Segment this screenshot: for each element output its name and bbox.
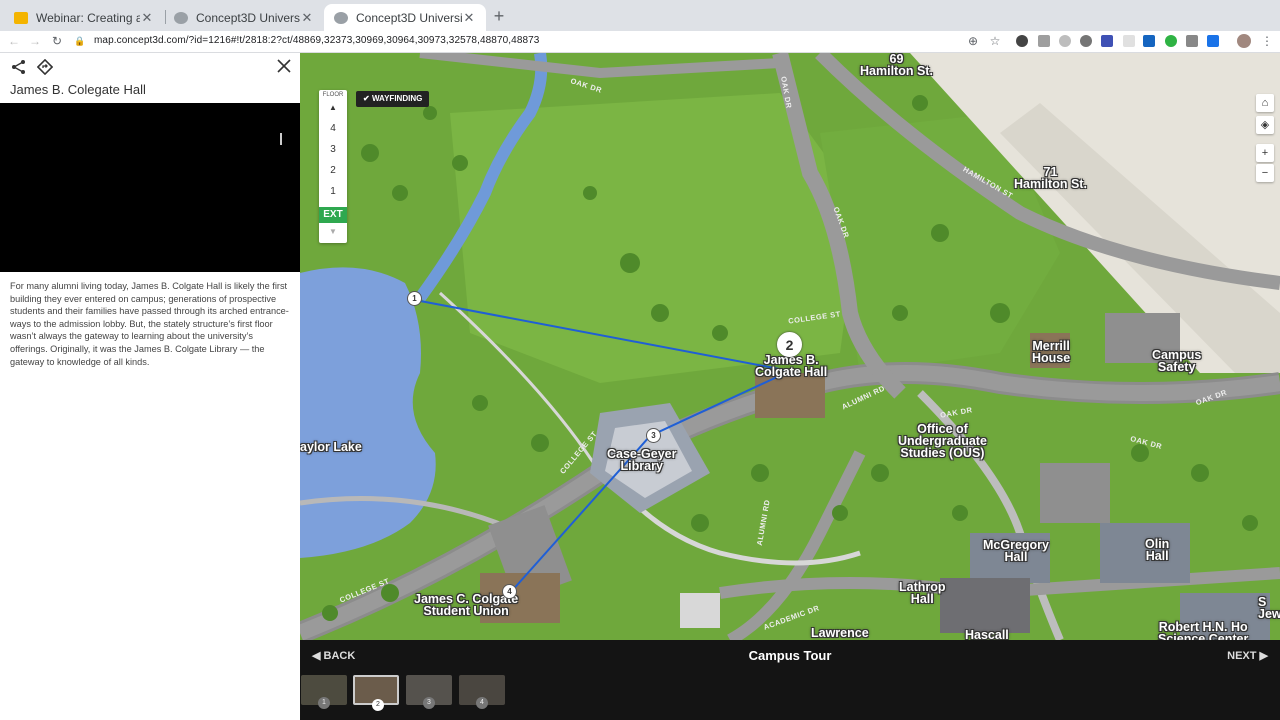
floor-button[interactable]: 4 (319, 123, 347, 134)
tour-stop-marker[interactable]: 1 (407, 291, 422, 306)
tab-title: Concept3D University (196, 10, 300, 25)
profile-avatar[interactable] (1237, 34, 1251, 48)
extension-icon[interactable] (1143, 35, 1155, 47)
building-label[interactable]: Case-Geyer Library (607, 448, 677, 473)
building-label[interactable]: 71 Hamilton St. (1014, 166, 1087, 191)
video-player[interactable] (0, 103, 300, 272)
thumb-number: 1 (318, 697, 330, 709)
tour-stop-marker[interactable]: 3 (646, 428, 661, 443)
menu-icon[interactable]: ⋮ (1259, 33, 1275, 49)
campus-map[interactable]: OAK DR OAK DR OAK DR OAK DR OAK DR OAK D… (300, 53, 1280, 640)
tour-stop-marker-active[interactable]: 2 (777, 332, 802, 357)
building-label[interactable]: aylor Lake (300, 441, 362, 454)
close-icon[interactable] (277, 59, 291, 73)
building-label[interactable]: James C. Colgate Student Union (414, 593, 518, 618)
building-label[interactable]: McGregory Hall (983, 539, 1049, 564)
tour-stop-thumbnail-selected[interactable]: 2 (353, 675, 399, 711)
text-cursor-icon (280, 133, 282, 145)
directions-icon[interactable] (37, 59, 53, 75)
next-label: NEXT (1227, 650, 1257, 662)
extension-icon[interactable] (1038, 35, 1050, 47)
wayfinding-button[interactable]: ✔ WAYFINDING (356, 91, 430, 107)
address-bar[interactable]: map.concept3d.com/?id=1216#!t/2818:2?ct/… (94, 35, 539, 46)
home-icon[interactable]: ⌂ (1256, 94, 1274, 112)
building-label[interactable]: Lawrence (811, 627, 869, 640)
building-label[interactable]: James B. Colgate Hall (755, 354, 827, 379)
browser-tab-concept3d-1[interactable]: Concept3D University ✕ (164, 4, 324, 31)
globe-icon (334, 11, 348, 24)
close-tab-icon[interactable]: ✕ (462, 10, 476, 26)
building-label[interactable]: Merrill House (1032, 340, 1070, 365)
slides-icon (14, 11, 28, 24)
thumb-number: 4 (476, 697, 488, 709)
browser-toolbar: ← → ↻ 🔒 map.concept3d.com/?id=1216#!t/28… (0, 31, 1280, 53)
chevron-right-icon: ▶ (1256, 650, 1268, 662)
extension-icon[interactable] (1016, 35, 1028, 47)
back-arrow-icon[interactable]: ← (6, 33, 22, 49)
thumb-number: 2 (372, 699, 384, 711)
location-icon[interactable]: ⊕ (965, 33, 981, 49)
browser-tab-concept3d-active[interactable]: Concept3D University ✕ (324, 4, 486, 31)
floor-button[interactable]: 2 (319, 165, 347, 176)
floor-ext-button[interactable]: EXT (319, 207, 347, 223)
floor-button[interactable]: 1 (319, 186, 347, 197)
extension-icon[interactable] (1123, 35, 1135, 47)
tour-stop-marker[interactable]: 4 (502, 584, 517, 599)
tour-stop-thumbnail[interactable]: 3 (406, 675, 452, 709)
extension-icon[interactable] (1186, 35, 1198, 47)
zoom-in-icon[interactable]: + (1256, 144, 1274, 162)
building-label[interactable]: Hascall (965, 629, 1009, 640)
floor-up-icon[interactable]: ▲ (319, 103, 347, 112)
extension-icon[interactable] (1080, 35, 1092, 47)
layers-icon[interactable]: ◈ (1256, 116, 1274, 134)
bookmark-star-icon[interactable]: ☆ (987, 33, 1003, 49)
thumb-number: 3 (423, 697, 435, 709)
reload-icon[interactable]: ↻ (49, 33, 65, 49)
lock-icon: 🔒 (74, 36, 86, 46)
floor-selector: FLOOR ▲ 4 3 2 1 EXT ▼ (319, 90, 347, 243)
tab-title: Webinar: Creating a Map Tour (36, 10, 140, 25)
tour-stop-thumbnail[interactable]: 1 (301, 675, 347, 709)
building-label[interactable]: Robert H.N. Ho Science Center (1158, 621, 1248, 640)
tour-bar: ◀ BACK Campus Tour NEXT ▶ 1 2 3 4 (300, 640, 1280, 720)
zoom-out-icon[interactable]: − (1256, 164, 1274, 182)
tour-stop-thumbnail[interactable]: 4 (459, 675, 505, 709)
new-tab-button[interactable]: + (490, 6, 508, 26)
floor-label: FLOOR (322, 92, 344, 98)
close-tab-icon[interactable]: ✕ (140, 10, 154, 26)
extension-icon[interactable] (1207, 35, 1219, 47)
location-panel: James B. Colegate Hall For many alumni l… (0, 53, 300, 720)
share-icon[interactable] (11, 59, 27, 75)
forward-arrow-icon[interactable]: → (27, 33, 43, 49)
panel-title: James B. Colegate Hall (10, 82, 146, 97)
check-circle-icon: ✔ (363, 94, 372, 103)
extension-icon[interactable] (1165, 35, 1177, 47)
tour-title: Campus Tour (748, 648, 832, 663)
extension-icon[interactable] (1059, 35, 1071, 47)
tour-next-button[interactable]: NEXT ▶ (1227, 649, 1268, 662)
wayfinding-label: WAYFINDING (371, 94, 423, 103)
close-tab-icon[interactable]: ✕ (300, 10, 314, 26)
building-label[interactable]: 69 Hamilton St. (860, 53, 933, 77)
location-description: For many alumni living today, James B. C… (10, 281, 289, 367)
building-label[interactable]: S Jew (1258, 596, 1280, 621)
building-label[interactable]: Lathrop Hall (899, 581, 946, 606)
browser-tab-bar: Webinar: Creating a Map Tour ✕ Concept3D… (0, 0, 1280, 31)
floor-button[interactable]: 3 (319, 144, 347, 155)
building-label[interactable]: Olin Hall (1145, 538, 1169, 563)
floor-down-icon[interactable]: ▼ (319, 227, 347, 236)
globe-icon (174, 11, 188, 24)
extension-icon[interactable] (1101, 35, 1113, 47)
building-label[interactable]: Office of Undergraduate Studies (OUS) (898, 423, 987, 460)
browser-tab-webinar[interactable]: Webinar: Creating a Map Tour ✕ (4, 4, 164, 31)
building-label[interactable]: Campus Safety (1152, 349, 1201, 374)
tab-title: Concept3D University (356, 10, 462, 25)
